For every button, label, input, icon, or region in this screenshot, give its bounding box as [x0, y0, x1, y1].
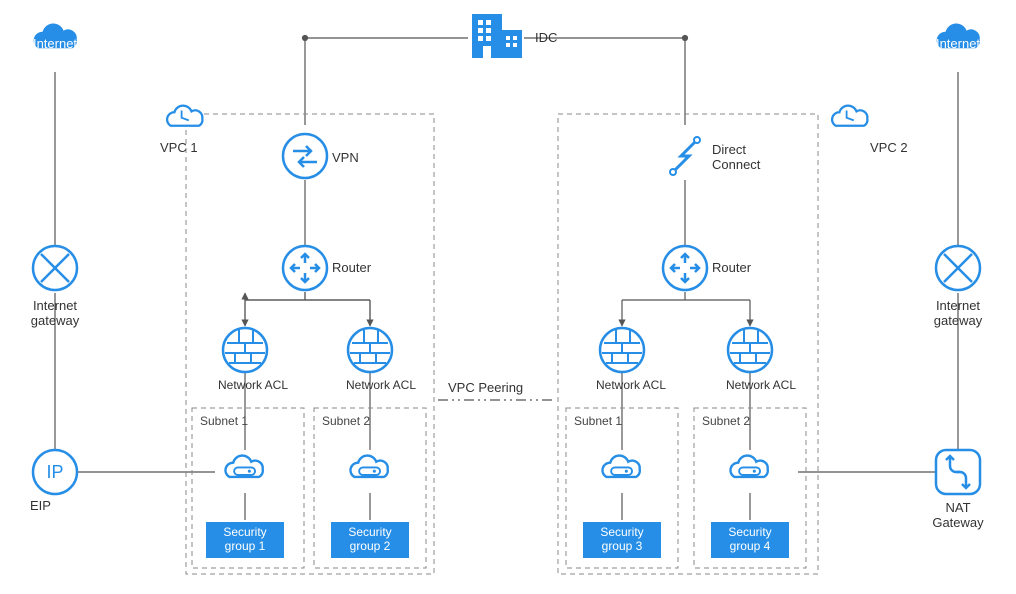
internet-left-text: Internet — [33, 36, 77, 51]
router-left-label: Router — [332, 260, 371, 275]
subnet1-r-label: Subnet 1 — [574, 414, 622, 428]
nacl-label-4: Network ACL — [726, 378, 796, 392]
igw-right-label: Internet gateway — [934, 298, 982, 328]
router-right-label: Router — [712, 260, 751, 275]
vpc2-label: VPC 2 — [870, 140, 908, 155]
subnet2-l-label: Subnet 2 — [322, 414, 370, 428]
igw-left-label: Internet gateway — [31, 298, 79, 328]
nat-label: NAT Gateway — [932, 500, 983, 530]
vpc1-label: VPC 1 — [160, 140, 198, 155]
nacl-label-3: Network ACL — [596, 378, 666, 392]
nacl-label-2: Network ACL — [346, 378, 416, 392]
vpc-peering-label: VPC Peering — [448, 380, 523, 395]
internet-right-text: Internet — [936, 36, 980, 51]
diagram-stage: Internet Internet IP IDC VPC 1 VPC 2 VPN… — [0, 0, 1016, 594]
security-group-3: Security group 3 — [583, 522, 661, 558]
nacl-label-1: Network ACL — [218, 378, 288, 392]
security-group-2: Security group 2 — [331, 522, 409, 558]
idc-label: IDC — [535, 30, 557, 45]
security-group-4: Security group 4 — [711, 522, 789, 558]
direct-connect-label: Direct Connect — [712, 142, 760, 172]
eip-label: EIP — [30, 498, 51, 513]
ip-text: IP — [46, 462, 63, 482]
security-group-1: Security group 1 — [206, 522, 284, 558]
diagram-svg: Internet Internet IP — [0, 0, 1016, 594]
vpn-label: VPN — [332, 150, 359, 165]
subnet2-r-label: Subnet 2 — [702, 414, 750, 428]
subnet1-l-label: Subnet 1 — [200, 414, 248, 428]
